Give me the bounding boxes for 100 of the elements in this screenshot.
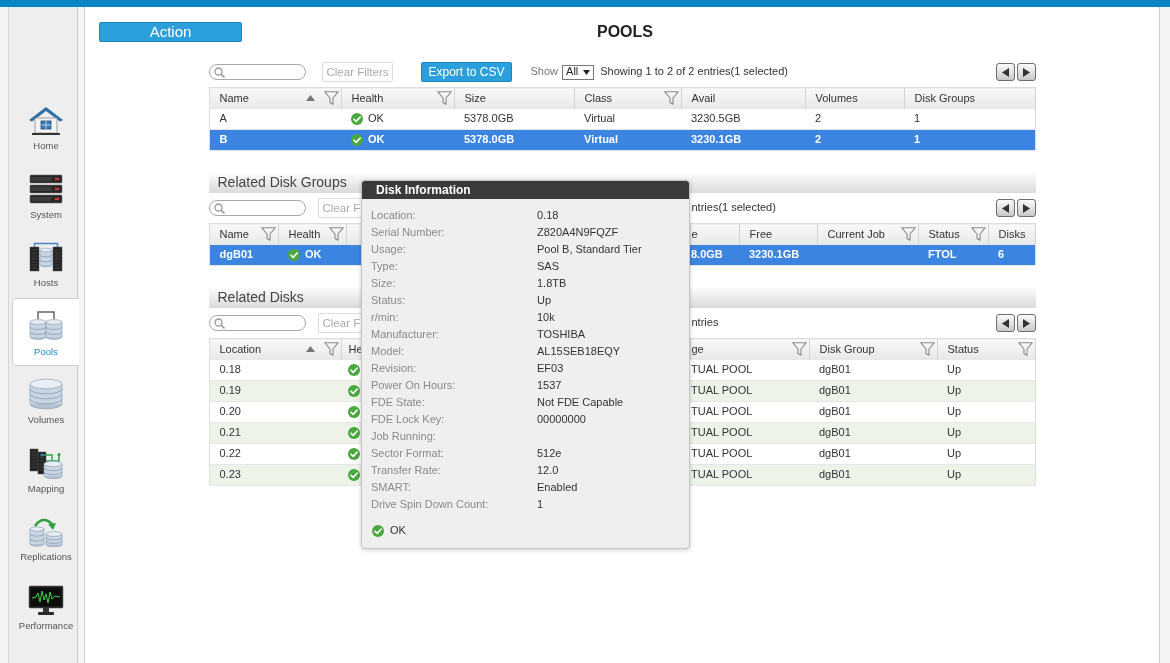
filter-icon[interactable] [791,342,807,356]
table-cell: Up [937,359,1035,381]
sidebar-item[interactable]: Replications [12,503,79,572]
column-header[interactable]: Avail [681,87,805,109]
field-value: EF03 [537,361,564,376]
table-cell: 0.19 [209,380,341,402]
previous-page-button[interactable] [995,314,1015,332]
table-cell: 5378.0GB [454,129,574,151]
search-field[interactable] [208,315,306,331]
field-value: AL15SEB18EQY [537,344,621,359]
caret-down-icon [583,69,591,75]
column-header[interactable]: Location [209,338,341,360]
status-text: OK [368,133,385,147]
field-label: Transfer Rate: [371,463,441,478]
field-label: Status: [371,293,406,308]
field-label: Type: [371,259,398,274]
table-cell: 3230.1GB [681,129,805,151]
filter-icon[interactable] [323,342,339,356]
column-header[interactable]: Health [278,223,346,245]
field-value: Not FDE Capable [537,395,624,410]
left-triangle-icon [1001,203,1009,213]
disk-stack-icon [28,378,64,410]
field-label: Usage: [371,242,406,257]
sidebar-item[interactable]: System [12,160,79,229]
next-page-button[interactable] [1016,314,1036,332]
column-header[interactable]: Name [209,87,341,109]
page-title: POOLS [597,22,653,42]
field-value: Up [537,293,552,308]
field-label: Power On Hours: [371,378,456,393]
table-cell: dgB01 [809,443,937,465]
filter-icon[interactable] [1017,342,1033,356]
table-cell: dgB01 [809,359,937,381]
field-label: Revision: [371,361,417,376]
column-header[interactable]: ge [690,338,809,360]
status-text: OK [368,112,384,126]
popup-title: Disk Information [362,181,689,199]
filter-icon[interactable] [323,91,339,105]
field-label: Serial Number: [371,225,445,240]
search-field[interactable] [208,64,306,80]
field-value: 1537 [537,378,562,393]
column-header[interactable]: Volumes [805,87,904,109]
previous-page-button[interactable] [995,63,1015,81]
table-cell: dgB01 [809,464,937,486]
column-header[interactable]: Size [454,87,574,109]
search-field[interactable] [208,200,306,216]
filter-icon[interactable] [260,227,276,241]
monitor-graph-icon [28,583,64,616]
column-header[interactable]: Status [918,223,988,245]
table-cell: 2 [805,129,904,151]
column-header[interactable]: Free [739,223,817,245]
table-cell: FTOL [918,244,988,266]
filter-icon[interactable] [328,227,344,241]
right-triangle-icon [1022,203,1030,213]
field-value: 00000000 [537,412,586,427]
field-value: Enabled [537,480,578,495]
column-header[interactable]: Disks [988,223,1035,245]
field-value: 12.0 [537,463,559,478]
next-page-button[interactable] [1016,63,1036,81]
sidebar-item[interactable]: Hosts [12,229,79,298]
field-label: SMART: [371,480,412,495]
previous-page-button[interactable] [995,199,1015,217]
search-icon [213,202,225,214]
field-label: FDE State: [371,395,425,410]
next-page-button[interactable] [1016,199,1036,217]
field-value: 1 [537,497,544,512]
filter-icon[interactable] [970,227,986,241]
column-header[interactable]: Current Job [817,223,918,245]
field-label: Model: [371,344,405,359]
sidebar-item[interactable]: Pools [12,297,79,366]
column-header[interactable]: Health [341,87,454,109]
table-cell: 3230.1GB [739,244,817,266]
column-header[interactable]: Status [937,338,1035,360]
sidebar-item[interactable]: Home [12,92,79,161]
table-cell: 0.22 [209,443,341,465]
table-cell: B [209,129,341,151]
filter-icon[interactable] [900,227,916,241]
sort-up-icon[interactable] [305,95,315,101]
table-cell: Up [937,443,1035,465]
sidebar-item[interactable]: Mapping [12,434,79,503]
column-header[interactable]: Class [574,87,681,109]
filter-icon[interactable] [436,91,452,105]
sidebar-item[interactable]: Performance [12,571,79,640]
field-value: 10k [537,310,555,325]
sort-up-icon[interactable] [305,346,315,352]
table-cell: Up [937,380,1035,402]
sidebar-item[interactable]: Volumes [12,366,79,435]
table-row[interactable]: A OK 5378.0GB Virtual 3230.5GB 2 1 [209,108,1035,130]
column-header[interactable]: e [690,223,739,245]
filter-icon[interactable] [663,91,679,105]
show-label: Show [530,65,559,79]
field-label: Location: [371,208,416,223]
page-size-select[interactable]: All [562,64,595,80]
table-row[interactable]: B OK 5378.0GB Virtual 3230.1GB 2 1 [209,129,1035,151]
filter-icon[interactable] [919,342,935,356]
field-value: TOSHIBA [537,327,586,342]
column-header[interactable]: Disk Groups [904,87,1035,109]
column-header[interactable]: Disk Group [809,338,937,360]
column-header[interactable]: Name [209,223,278,245]
house-icon [28,104,64,136]
table-cell: 1 [904,129,1035,151]
